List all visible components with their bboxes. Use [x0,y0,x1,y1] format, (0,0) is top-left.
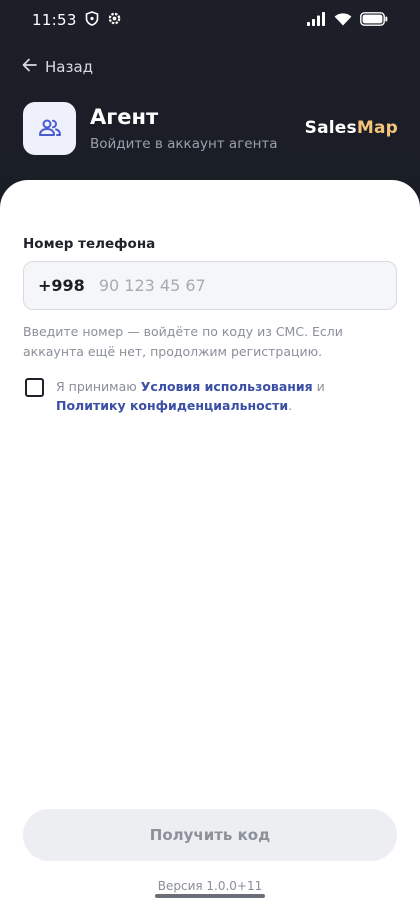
brand-part2: Map [356,118,398,138]
status-left: 11:53 [32,10,122,30]
battery-icon [360,11,388,30]
terms-link[interactable]: Условия использования [141,379,313,394]
consent-text: Я принимаю Условия использования и Полит… [56,377,397,415]
back-label: Назад [45,58,94,76]
privacy-link[interactable]: Политику конфиденциальности [56,398,288,413]
phone-input[interactable] [98,276,382,295]
back-button[interactable]: Назад [22,58,93,76]
consent-text-before: Я принимаю [56,379,141,394]
login-screen: 11:53 Назад Агент Войдите в аккаунт аген… [0,0,420,910]
status-time: 11:53 [32,11,77,29]
status-right [307,11,388,30]
home-indicator[interactable] [155,894,265,898]
phone-field[interactable]: +998 [23,261,397,310]
phone-label: Номер телефона [23,236,156,252]
status-bar: 11:53 [0,0,420,40]
wifi-icon [334,11,352,30]
users-icon [23,101,76,155]
get-code-button[interactable]: Получить код [23,809,397,861]
consent-checkbox[interactable] [25,378,44,397]
page-subtitle: Войдите в аккаунт агента [90,136,278,152]
consent-text-between: и [312,379,325,394]
shield-icon [85,10,99,30]
gear-icon [107,11,122,30]
brand-logo: SalesMap [305,118,398,138]
signal-icon [307,11,326,30]
header-text: Агент Войдите в аккаунт агента [90,104,305,152]
phone-hint: Введите номер — войдёте по коду из СМС. … [23,324,343,359]
consent-row: Я принимаю Условия использования и Полит… [25,377,397,415]
arrow-left-icon [22,58,37,76]
page-title: Агент [90,105,159,129]
form-sheet: Номер телефона +998 Введите номер — войд… [0,180,420,910]
phone-prefix: +998 [38,276,85,295]
page-header: Агент Войдите в аккаунт агента SalesMap [23,101,398,155]
version-label: Версия 1.0.0+11 [157,879,263,893]
brand-part1: Sales [304,118,357,138]
consent-text-after: . [288,398,293,413]
